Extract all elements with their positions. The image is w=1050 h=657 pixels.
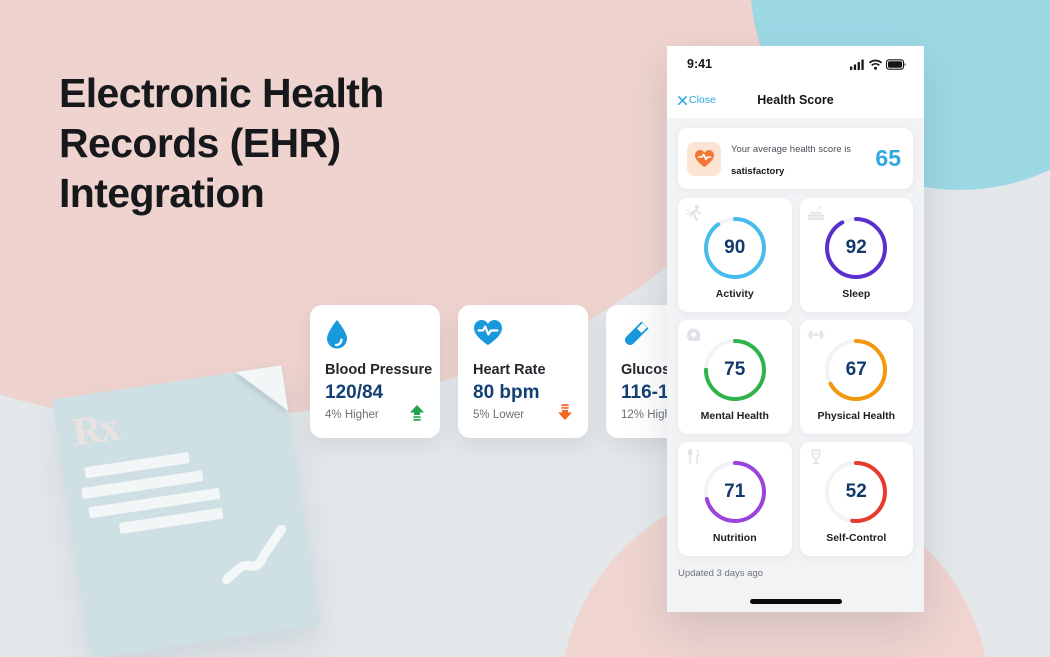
banner-line-2: satisfactory — [731, 165, 785, 177]
poster-canvas: Rx Electronic Health Records (EHR) Integ… — [0, 0, 1050, 657]
metric-value: 120/84 — [325, 382, 384, 403]
score-ring: 71 — [702, 459, 768, 525]
fork-knife-icon — [685, 448, 703, 471]
score-ring: 92 — [823, 215, 889, 281]
metric-label: Heart Rate — [473, 362, 546, 378]
close-button-label: Close — [689, 94, 716, 106]
average-score-value: 65 — [875, 145, 901, 172]
metric-footer: 4% Higher — [325, 404, 425, 426]
phone-content: Your average health score is satisfactor… — [667, 118, 924, 579]
water-drop-icon — [325, 319, 425, 349]
score-ring: 52 — [823, 459, 889, 525]
score-value: 52 — [845, 480, 867, 502]
close-button[interactable]: Close — [678, 94, 716, 106]
signature-squiggle — [221, 524, 287, 585]
heartbeat-icon — [473, 319, 573, 349]
score-value: 75 — [724, 358, 746, 380]
metric-delta: 12% High — [621, 409, 671, 421]
score-value: 90 — [724, 236, 746, 258]
score-card-sleep[interactable]: 92 Sleep — [799, 198, 913, 313]
wine-glass-icon — [807, 448, 825, 471]
status-bar-time: 9:41 — [687, 57, 713, 71]
score-label: Activity — [715, 287, 754, 300]
running-person-icon — [685, 204, 703, 227]
score-card-mental-health[interactable]: 75 Mental Health — [678, 320, 792, 435]
score-ring: 75 — [702, 337, 768, 403]
score-value: 71 — [724, 480, 746, 502]
prescription-document-illustration: Rx — [51, 365, 321, 657]
heart-pulse-icon — [687, 141, 721, 176]
score-label: Nutrition — [712, 531, 757, 544]
metric-value: 80 bpm — [473, 382, 540, 403]
trend-down-arrow-icon — [557, 404, 573, 426]
score-value: 92 — [845, 236, 867, 258]
health-score-grid: 90 Activity 92 Sleep 75 Mental Health 67 Physic… — [678, 198, 913, 557]
last-updated-label: Updated 3 days ago — [678, 568, 764, 580]
score-label: Physical Health — [817, 409, 896, 422]
score-ring: 90 — [702, 215, 768, 281]
score-label: Mental Health — [700, 409, 769, 422]
cellular-signal-icon — [850, 59, 864, 70]
score-card-physical-health[interactable]: 67 Physical Health — [799, 320, 913, 435]
home-indicator-bar[interactable] — [749, 599, 842, 604]
metric-card-blood-pressure[interactable]: Blood Pressure 120/84 4% Higher — [310, 305, 440, 438]
wifi-icon — [869, 59, 882, 70]
score-ring: 67 — [823, 337, 889, 403]
status-bar-icons — [850, 58, 906, 70]
head-heart-icon — [685, 326, 703, 349]
phone-mockup: 9:41 Close Health Score Your average hea… — [667, 46, 924, 612]
phone-status-bar: 9:41 — [667, 46, 924, 82]
phone-nav-bar: Close Health Score — [667, 82, 924, 118]
score-label: Sleep — [842, 287, 871, 300]
score-value: 67 — [845, 358, 867, 380]
score-label: Self-Control — [826, 531, 887, 544]
metric-delta: 5% Lower — [473, 409, 525, 421]
dumbbell-icon — [807, 326, 825, 349]
document-folded-corner — [235, 365, 289, 418]
close-x-icon — [678, 95, 687, 105]
score-card-activity[interactable]: 90 Activity — [678, 198, 792, 313]
banner-text: Your average health score is satisfactor… — [731, 137, 865, 180]
average-score-banner[interactable]: Your average health score is satisfactor… — [678, 128, 913, 190]
bed-icon — [807, 204, 825, 227]
rx-symbol: Rx — [69, 403, 121, 455]
page-title: Electronic Health Records (EHR) Integrat… — [59, 70, 384, 217]
banner-line-1: Your average health score is — [731, 144, 852, 155]
metric-label: Blood Pressure — [325, 362, 433, 378]
score-card-self-control[interactable]: 52 Self-Control — [799, 442, 913, 557]
battery-icon — [886, 58, 906, 70]
metric-card-heart-rate[interactable]: Heart Rate 80 bpm 5% Lower — [458, 305, 588, 438]
trend-up-arrow-icon — [409, 404, 425, 426]
metric-delta: 4% Higher — [325, 409, 379, 421]
score-card-nutrition[interactable]: 71 Nutrition — [678, 442, 792, 557]
metric-footer: 5% Lower — [473, 404, 573, 426]
